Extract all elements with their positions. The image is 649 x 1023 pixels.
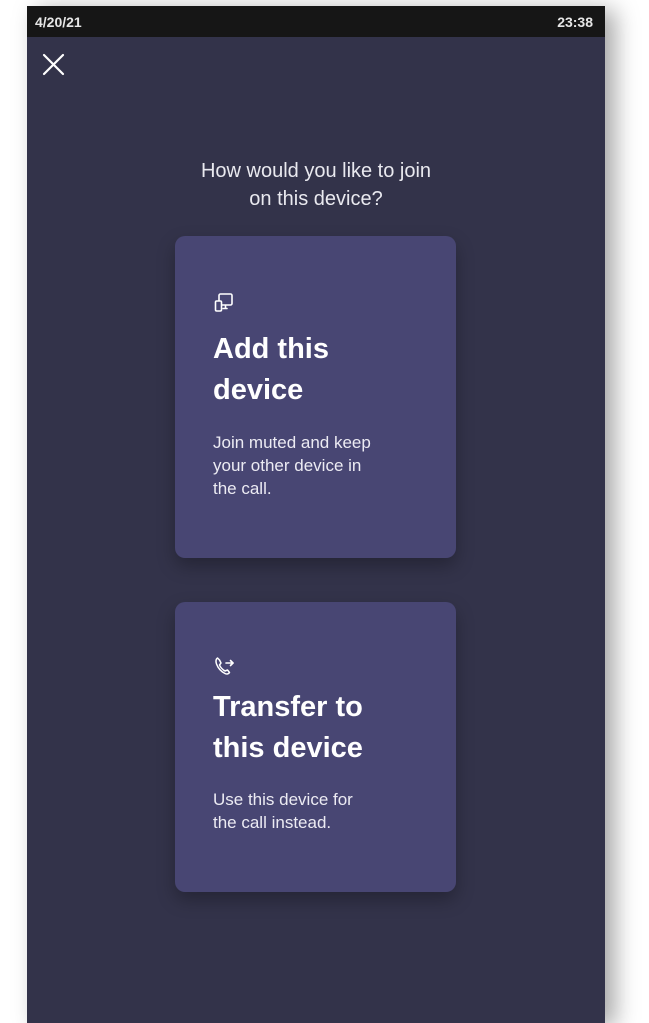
card-title-line: Add this [213,333,329,365]
add-device-icon [214,293,233,312]
card-desc-line: Use this device for [213,790,353,809]
card-title-line: device [213,374,304,406]
transfer-device-option[interactable]: Transfer to this device Use this device … [175,602,456,892]
status-date: 4/20/21 [35,14,82,30]
card-desc-line: the call instead. [213,813,332,832]
add-device-option[interactable]: Add this device Join muted and keep your… [175,236,456,558]
card-title-line: this device [213,732,363,764]
join-prompt-line: How would you like to join [200,160,432,182]
add-device-title: Add this device [213,329,433,411]
card-desc-line: Join muted and keep [213,433,371,452]
close-button[interactable] [39,50,69,80]
add-device-description: Join muted and keep your other device in… [213,431,433,500]
device-screen: 4/20/21 23:38 How would you like to join… [27,6,605,1023]
status-time: 23:38 [557,14,593,30]
transfer-device-description: Use this device for the call instead. [213,788,433,834]
transfer-device-title: Transfer to this device [213,687,433,769]
status-bar: 4/20/21 23:38 [27,6,605,37]
transfer-call-icon [215,657,234,675]
card-desc-line: your other device in [213,456,362,475]
join-prompt-line: on this device? [249,188,383,210]
close-icon [42,53,65,76]
card-desc-line: the call. [213,479,272,498]
join-prompt: How would you like to join on this devic… [27,157,605,213]
page: 4/20/21 23:38 How would you like to join… [0,0,649,1023]
card-title-line: Transfer to [213,691,363,723]
